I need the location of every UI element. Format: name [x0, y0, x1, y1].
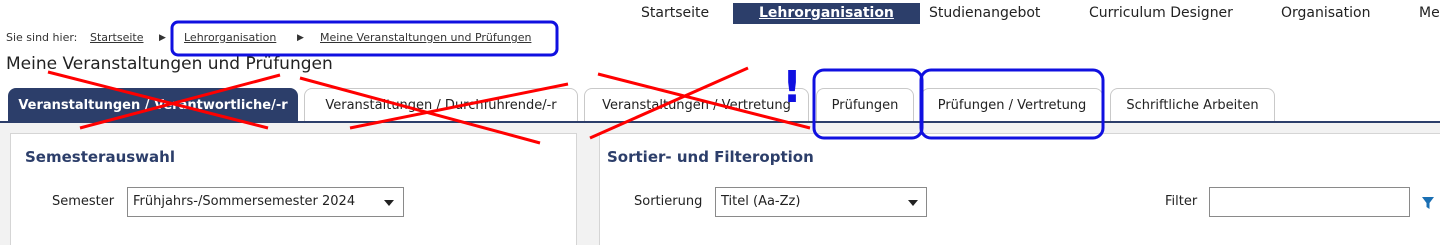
- chevron-down-icon: [908, 200, 918, 206]
- tab-veranstaltungen-durchfuehrende[interactable]: Veranstaltungen / Durchführende/-r: [304, 88, 578, 121]
- page-title: Meine Veranstaltungen und Prüfungen: [6, 54, 333, 74]
- filter-input[interactable]: [1209, 187, 1410, 217]
- annotation-exclamation: !: [782, 62, 803, 113]
- tab-pruefungen-vertretung[interactable]: Prüfungen / Vertretung: [921, 88, 1103, 121]
- semester-panel-title: Semesterauswahl: [25, 148, 175, 166]
- tab-veranstaltungen-vertretung[interactable]: Veranstaltungen / Vertretung: [584, 88, 809, 121]
- breadcrumb-prefix: Sie sind hier:: [6, 31, 78, 44]
- breadcrumb-item-lehrorganisation[interactable]: Lehrorganisation: [184, 31, 276, 44]
- tab-veranstaltungen-verantwortliche[interactable]: Veranstaltungen / Verantwortliche/-r: [8, 88, 298, 121]
- semester-panel: Semesterauswahl Semester Frühjahrs-/Somm…: [10, 133, 577, 245]
- semester-select[interactable]: Frühjahrs-/Sommersemester 2024: [127, 187, 404, 217]
- sort-filter-panel: Sortier- und Filteroption Sortierung Tit…: [599, 133, 1440, 245]
- sort-filter-panel-title: Sortier- und Filteroption: [607, 148, 814, 166]
- semester-label: Semester: [52, 194, 115, 209]
- breadcrumb-item-current[interactable]: Meine Veranstaltungen und Prüfungen: [320, 31, 531, 44]
- filter-label: Filter: [1165, 194, 1198, 209]
- sort-label: Sortierung: [634, 194, 703, 209]
- tab-pruefungen[interactable]: Prüfungen: [816, 88, 914, 121]
- sort-select[interactable]: Titel (Aa-Zz): [715, 187, 927, 217]
- sort-select-value: Titel (Aa-Zz): [721, 194, 801, 209]
- breadcrumb-item-startseite[interactable]: Startseite: [90, 31, 144, 44]
- nav-item-organisation[interactable]: Organisation: [1281, 2, 1370, 24]
- breadcrumb-chevron-icon: ▶: [159, 33, 166, 43]
- chevron-down-icon: [384, 200, 394, 206]
- nav-item-lehrorganisation[interactable]: Lehrorganisation: [733, 3, 920, 24]
- nav-item-curriculum-designer[interactable]: Curriculum Designer: [1089, 2, 1233, 24]
- filter-icon[interactable]: [1421, 196, 1435, 210]
- tab-schriftliche-arbeiten[interactable]: Schriftliche Arbeiten: [1110, 88, 1275, 121]
- breadcrumb-chevron-icon: ▶: [297, 33, 304, 43]
- nav-item-more[interactable]: Me: [1419, 2, 1440, 24]
- semester-select-value: Frühjahrs-/Sommersemester 2024: [133, 194, 356, 209]
- top-navigation: Startseite Lehrorganisation Studienangeb…: [0, 0, 1440, 26]
- nav-item-startseite[interactable]: Startseite: [641, 2, 709, 24]
- nav-item-studienangebot[interactable]: Studienangebot: [929, 2, 1040, 24]
